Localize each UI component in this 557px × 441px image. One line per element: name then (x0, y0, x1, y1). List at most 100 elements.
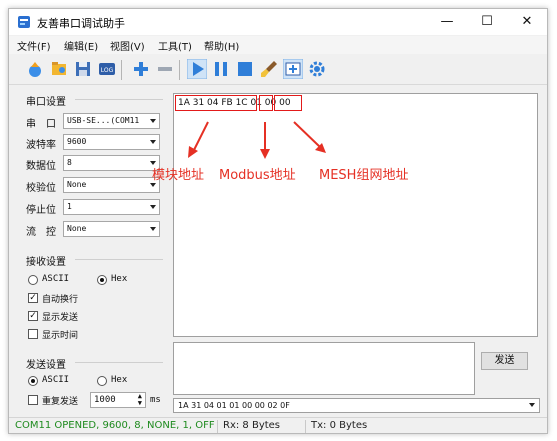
menu-bar: 文件(F) 编辑(E) 视图(V) 工具(T) 帮助(H) (9, 36, 547, 54)
settings-gear-icon[interactable] (307, 59, 327, 79)
receive-hex-radio[interactable] (97, 275, 107, 285)
play-icon[interactable] (187, 59, 207, 79)
annotation-module-address: 模块地址 (152, 168, 205, 183)
receive-ascii-radio[interactable] (28, 275, 38, 285)
menu-file[interactable]: 文件(F) (17, 38, 51, 53)
port-select[interactable]: USB-SE...(COM11 (63, 113, 160, 129)
arrow-modbus-head (260, 149, 270, 159)
maximize-button[interactable]: ☐ (467, 9, 507, 35)
repeat-send-label: 重复发送 (42, 397, 79, 407)
annotation-modbus-address: Modbus地址 (219, 168, 296, 183)
send-history-select[interactable]: 1A 31 04 01 01 00 00 02 0F (173, 398, 540, 413)
save-icon[interactable] (73, 59, 93, 79)
repeat-interval-unit: ms (150, 395, 161, 405)
close-button[interactable]: ✕ (507, 9, 547, 35)
show-time-checkbox[interactable] (28, 329, 38, 339)
parity-value: None (67, 180, 87, 189)
stopbits-value: 1 (67, 202, 72, 211)
repeat-interval-input[interactable]: 1000 ▲ ▼ (90, 392, 146, 408)
minimize-icon: — (440, 14, 454, 29)
databits-label: 数据位 (26, 161, 56, 172)
svg-text:LOG: LOG (101, 67, 114, 74)
receive-area[interactable]: 1A 31 04 FB 1C 01 00 00 模块地址 Modbus地址 ME… (152, 93, 538, 337)
flow-value: None (67, 224, 87, 233)
auto-wrap-checkbox[interactable]: ✓ (28, 293, 38, 303)
receive-ascii-label: ASCII (42, 274, 70, 284)
menu-tools[interactable]: 工具(T) (158, 38, 192, 53)
show-time-label: 显示时间 (42, 331, 79, 341)
status-separator (305, 420, 306, 433)
group-divider (75, 259, 163, 260)
send-button[interactable]: 发送 (481, 352, 528, 370)
databits-select[interactable]: 8 (63, 155, 160, 171)
stepper-icon[interactable]: ▲ ▼ (138, 393, 142, 407)
rx-count: Rx: 8 Bytes (223, 420, 281, 431)
log-icon[interactable]: LOG (97, 59, 117, 79)
plus-icon[interactable] (131, 59, 151, 79)
maximize-icon: ☐ (481, 14, 493, 29)
send-ascii-label: ASCII (42, 375, 70, 385)
menu-view[interactable]: 视图(V) (110, 38, 145, 53)
title-bar: 友善串口调试助手 — ☐ ✕ (9, 9, 547, 35)
repeat-interval-value: 1000 (94, 395, 116, 405)
databits-value: 8 (67, 158, 72, 167)
group-divider (75, 362, 163, 363)
chevron-down-icon (150, 205, 156, 209)
toolbar-separator (121, 60, 122, 80)
chevron-down-icon (150, 183, 156, 187)
auto-wrap-label: 自动换行 (42, 295, 79, 305)
send-ascii-radio[interactable] (28, 376, 38, 386)
open-icon[interactable] (49, 59, 69, 79)
port-status: COM11 OPENED, 9600, 8, NONE, 1, OFF (15, 420, 215, 431)
annotation-arrows (188, 121, 326, 159)
clear-brush-icon[interactable] (259, 59, 279, 79)
app-window: 友善串口调试助手 — ☐ ✕ 文件(F) 编辑(E) 视图(V) 工具(T) 帮… (8, 8, 548, 434)
annotation-mesh-address: MESH组网地址 (319, 168, 409, 183)
arrow-module-head (188, 146, 198, 158)
close-icon: ✕ (521, 14, 533, 29)
minus-icon[interactable] (155, 59, 175, 79)
menu-edit[interactable]: 编辑(E) (64, 38, 98, 53)
toolbar: LOG (9, 55, 547, 85)
show-send-checkbox[interactable]: ✓ (28, 311, 38, 321)
group-divider (75, 99, 163, 100)
chevron-down-icon (150, 227, 156, 231)
port-label: 串 口 (26, 119, 56, 130)
flow-select[interactable]: None (63, 221, 160, 237)
status-separator (217, 420, 218, 433)
parity-select[interactable]: None (63, 177, 160, 193)
window-title: 友善串口调试助手 (37, 17, 125, 30)
new-session-icon[interactable] (25, 59, 45, 79)
chevron-down-icon (529, 403, 535, 407)
baud-value: 9600 (67, 137, 87, 146)
toolbar-separator (179, 60, 180, 80)
stopbits-select[interactable]: 1 (63, 199, 160, 215)
receive-hex-label: Hex (111, 274, 128, 284)
port-value: USB-SE...(COM11 (67, 116, 140, 125)
send-hex-radio[interactable] (97, 376, 107, 386)
arrow-mesh-line (293, 121, 321, 148)
receive-settings-title: 接收设置 (26, 257, 66, 268)
serial-settings-title: 串口设置 (26, 97, 66, 108)
flow-label: 流 控 (26, 227, 56, 238)
chevron-down-icon (150, 140, 156, 144)
send-hex-label: Hex (111, 375, 128, 385)
send-history-value: 1A 31 04 01 01 00 00 02 0F (178, 401, 290, 410)
arrow-module-line (192, 121, 209, 153)
baud-label: 波特率 (26, 140, 56, 151)
menu-help[interactable]: 帮助(H) (204, 38, 239, 53)
pause-icon[interactable] (211, 59, 231, 79)
repeat-send-checkbox[interactable] (28, 395, 38, 405)
tx-count: Tx: 0 Bytes (311, 420, 368, 431)
chevron-down-icon (150, 119, 156, 123)
send-settings-title: 发送设置 (26, 360, 66, 371)
send-input-area[interactable] (173, 342, 475, 395)
add-window-icon[interactable] (283, 59, 303, 79)
minimize-button[interactable]: — (427, 9, 467, 35)
status-bar: COM11 OPENED, 9600, 8, NONE, 1, OFF Rx: … (9, 417, 547, 433)
baud-select[interactable]: 9600 (63, 134, 160, 150)
app-logo-icon (18, 16, 30, 28)
parity-label: 校验位 (26, 183, 56, 194)
stopbits-label: 停止位 (26, 205, 56, 216)
stop-icon[interactable] (235, 59, 255, 79)
